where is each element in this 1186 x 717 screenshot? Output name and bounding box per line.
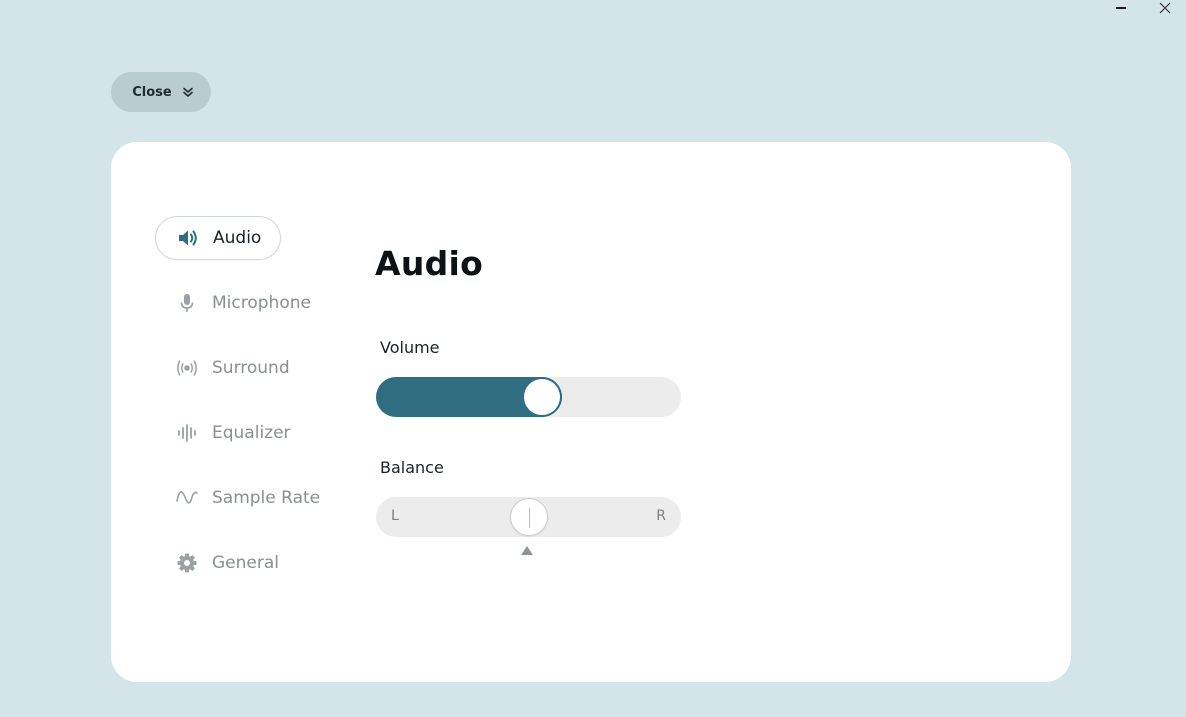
- volume-slider[interactable]: [376, 377, 681, 417]
- window-close-button[interactable]: [1151, 0, 1179, 16]
- close-icon: [1159, 2, 1171, 14]
- gear-icon: [176, 552, 198, 574]
- minimize-icon: [1116, 7, 1126, 9]
- surround-icon: [176, 357, 198, 379]
- page-title: Audio: [375, 244, 484, 283]
- balance-right-label: R: [656, 508, 666, 524]
- volume-label: Volume: [380, 338, 440, 357]
- sidebar-item-surround[interactable]: Surround: [155, 346, 325, 390]
- sidebar-item-label: Surround: [212, 358, 290, 378]
- balance-slider[interactable]: L R: [376, 497, 681, 537]
- double-chevron-down-icon: [182, 87, 193, 97]
- balance-thumb-grip: [529, 508, 530, 528]
- microphone-icon: [176, 292, 198, 314]
- sidebar-item-label: General: [212, 553, 279, 573]
- balance-center-marker: [521, 546, 533, 555]
- sidebar-item-label: Equalizer: [212, 423, 291, 443]
- equalizer-icon: [176, 422, 198, 444]
- close-button-label: Close: [132, 84, 172, 100]
- sidebar-item-label: Microphone: [212, 293, 311, 313]
- sine-wave-icon: [176, 487, 198, 509]
- sidebar-item-equalizer[interactable]: Equalizer: [155, 411, 325, 455]
- volume-slider-thumb[interactable]: [522, 377, 562, 417]
- balance-left-label: L: [391, 508, 399, 524]
- sidebar-item-audio[interactable]: Audio: [155, 216, 281, 260]
- settings-panel: Audio Microphone Surround Equalizer Samp…: [111, 142, 1071, 682]
- sidebar-item-label: Sample Rate: [212, 488, 321, 508]
- balance-slider-thumb[interactable]: [510, 498, 548, 536]
- close-button[interactable]: Close: [111, 72, 211, 112]
- minimize-button[interactable]: [1107, 0, 1135, 16]
- balance-label: Balance: [380, 458, 444, 477]
- sidebar-item-general[interactable]: General: [155, 541, 325, 585]
- sidebar-item-label: Audio: [213, 228, 262, 248]
- sidebar-item-sample-rate[interactable]: Sample Rate: [155, 476, 325, 520]
- sidebar-item-microphone[interactable]: Microphone: [155, 281, 325, 325]
- speaker-icon: [177, 227, 199, 249]
